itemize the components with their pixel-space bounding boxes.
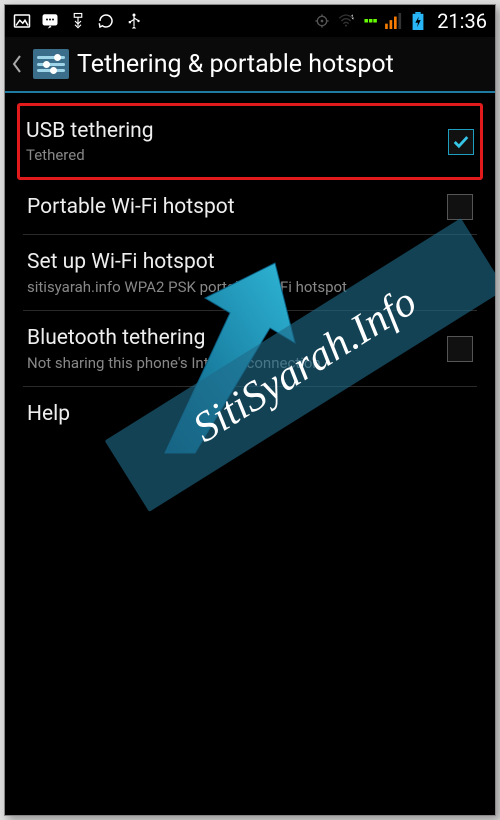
page-title: Tethering & portable hotspot [77,50,394,79]
settings-sliders-icon[interactable] [33,49,69,79]
action-bar[interactable]: Tethering & portable hotspot [5,37,495,93]
setting-title: Help [27,401,473,427]
battery-charging-icon [409,12,427,30]
usb-icon [125,12,143,30]
status-clock: 21:36 [437,9,487,33]
usb-transfer-icon [69,12,87,30]
setting-bluetooth-tethering[interactable]: Bluetooth tethering Not sharing this pho… [23,311,477,387]
gallery-icon [13,12,31,30]
checkbox-portable-wifi[interactable] [447,194,473,220]
signal-icon [385,12,403,30]
wifi-icon [337,12,355,30]
setting-title: Portable Wi-Fi hotspot [27,194,437,220]
device-screen: ▪▪▪ 21:36 [4,4,496,816]
checkbox-usb-tethering[interactable] [448,129,474,155]
back-icon[interactable] [11,50,25,78]
setting-title: Set up Wi-Fi hotspot [27,249,473,275]
setting-title: Bluetooth tethering [27,325,437,351]
setting-help[interactable]: Help [23,387,477,441]
setting-portable-wifi-hotspot[interactable]: Portable Wi-Fi hotspot [23,180,477,235]
setting-setup-wifi-hotspot[interactable]: Set up Wi-Fi hotspot sitisyarah.info WPA… [23,235,477,311]
network-indicator-icon: ▪▪▪ [361,12,379,30]
bbm-icon [41,12,59,30]
setting-subtitle: sitisyarah.info WPA2 PSK portable Wi-Fi … [27,278,473,297]
location-icon [313,12,331,30]
settings-list: USB tethering Tethered Portable Wi-Fi ho… [5,93,495,815]
reload-icon [97,12,115,30]
setting-usb-tethering[interactable]: USB tethering Tethered [17,103,483,180]
setting-subtitle: Not sharing this phone's Internet connec… [27,354,437,373]
status-bar: ▪▪▪ 21:36 [5,5,495,37]
setting-subtitle: Tethered [26,146,438,165]
check-icon [452,135,470,149]
checkbox-bluetooth-tethering[interactable] [447,336,473,362]
setting-title: USB tethering [26,118,438,144]
